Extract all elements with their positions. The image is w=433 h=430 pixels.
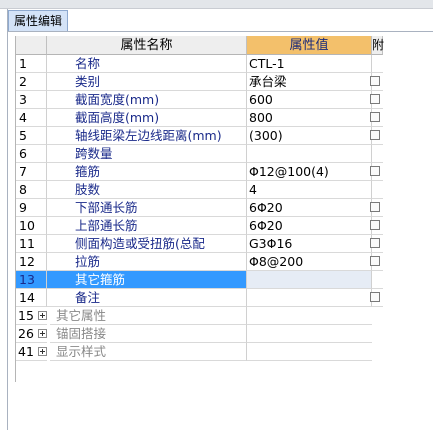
property-value-cell[interactable] [247,271,372,289]
table-row[interactable]: 13 其它箍筋 [16,271,383,289]
row-index: 2 [16,73,47,91]
row-index: 5 [16,127,47,145]
attach-checkbox[interactable] [370,130,380,140]
table-row[interactable]: 1 名称 CTL-1 [16,55,383,73]
property-name-cell[interactable]: 名称 [47,55,247,73]
row-index: 4 [16,109,47,127]
attach-checkbox[interactable] [370,238,380,248]
group-name[interactable]: 其它属性 [50,307,247,325]
header-property-name[interactable]: 属性名称 [47,36,247,55]
header-index [16,36,47,55]
attach-checkbox[interactable] [370,94,380,104]
row-index: 6 [16,145,47,163]
property-value-cell[interactable]: Φ12@100(4) [247,163,372,181]
panel-left-border [7,9,8,430]
group-row[interactable]: 15 其它属性 [16,307,383,325]
property-name-cell[interactable]: 跨数量 [47,145,247,163]
table-row[interactable]: 8 肢数 4 [16,181,383,199]
row-index: 3 [16,91,47,109]
property-value-cell[interactable] [247,145,372,163]
property-name-cell[interactable]: 下部通长筋 [47,199,247,217]
property-name-cell[interactable]: 其它箍筋 [47,271,247,289]
expand-plus-icon[interactable] [38,347,47,356]
table-row[interactable]: 2 类别 承台梁 [16,73,383,91]
row-index: 13 [16,271,47,289]
attach-cell [372,271,383,289]
header-attach[interactable]: 附 [372,36,384,55]
property-name-cell[interactable]: 箍筋 [47,163,247,181]
property-value-cell[interactable]: Φ8@200 [247,253,372,271]
row-index: 14 [16,289,47,307]
expand-plus-icon[interactable] [38,329,47,338]
property-value-cell[interactable]: G3Φ16 [247,235,372,253]
property-name-cell[interactable]: 截面高度(mm) [47,109,247,127]
table-row[interactable]: 11 侧面构造或受扭筋(总配 G3Φ16 [16,235,383,253]
group-name[interactable]: 锚固搭接 [50,325,247,343]
row-index: 1 [16,55,47,73]
table-row[interactable]: 4 截面高度(mm) 800 [16,109,383,127]
table-row[interactable]: 9 下部通长筋 6Φ20 [16,199,383,217]
row-index: 9 [16,199,47,217]
property-grid: 属性名称 属性值 附 1 名称 CTL-1 2 类别 承台梁 3 截面宽度(mm) 600 4 截面… [15,36,384,382]
attach-cell [372,145,383,163]
attach-checkbox[interactable] [370,292,380,302]
property-value-cell[interactable]: CTL-1 [247,55,372,73]
table-row[interactable]: 12 拉筋 Φ8@200 [16,253,383,271]
property-value-cell[interactable] [247,289,372,307]
property-name-cell[interactable]: 截面宽度(mm) [47,91,247,109]
group-row[interactable]: 41 显示样式 [16,343,383,361]
row-index: 8 [16,181,47,199]
property-value-cell[interactable]: 6Φ20 [247,199,372,217]
property-value-cell[interactable]: 600 [247,91,372,109]
table-row[interactable]: 10 上部通长筋 6Φ20 [16,217,383,235]
attach-checkbox[interactable] [370,202,380,212]
row-index: 11 [16,235,47,253]
property-value-cell[interactable]: 承台梁 [247,73,372,91]
group-value-cell [247,307,372,325]
property-name-cell[interactable]: 肢数 [47,181,247,199]
group-row[interactable]: 26 锚固搭接 [16,325,383,343]
attach-checkbox[interactable] [370,220,380,230]
header-property-value[interactable]: 属性值 [247,36,372,55]
expand-plus-icon[interactable] [38,311,47,320]
attach-cell [372,181,383,199]
row-index: 7 [16,163,47,181]
property-name-cell[interactable]: 备注 [47,289,247,307]
group-value-cell [247,343,372,361]
attach-checkbox[interactable] [370,112,380,122]
tab-bar: 属性编辑 [8,9,433,32]
attach-checkbox[interactable] [370,76,380,86]
row-index: 10 [16,217,47,235]
attach-checkbox[interactable] [370,166,380,176]
tab-property-editor[interactable]: 属性编辑 [8,10,69,31]
property-name-cell[interactable]: 轴线距梁左边线距离(mm) [47,127,247,145]
property-value-cell[interactable]: 6Φ20 [247,217,372,235]
table-row[interactable]: 14 备注 [16,289,383,307]
group-value-cell [247,325,372,343]
toolbar-strip [0,0,433,9]
table-row[interactable]: 6 跨数量 [16,145,383,163]
property-value-cell[interactable]: (300) [247,127,372,145]
row-index: 12 [16,253,47,271]
property-value-cell[interactable]: 800 [247,109,372,127]
attach-cell [372,55,383,73]
table-row[interactable]: 5 轴线距梁左边线距离(mm) (300) [16,127,383,145]
table-row[interactable]: 7 箍筋 Φ12@100(4) [16,163,383,181]
property-name-cell[interactable]: 类别 [47,73,247,91]
attach-checkbox[interactable] [370,256,380,266]
property-name-cell[interactable]: 侧面构造或受扭筋(总配 [47,235,247,253]
table-row[interactable]: 3 截面宽度(mm) 600 [16,91,383,109]
property-name-cell[interactable]: 拉筋 [47,253,247,271]
group-name[interactable]: 显示样式 [50,343,247,361]
property-value-cell[interactable]: 4 [247,181,372,199]
property-name-cell[interactable]: 上部通长筋 [47,217,247,235]
